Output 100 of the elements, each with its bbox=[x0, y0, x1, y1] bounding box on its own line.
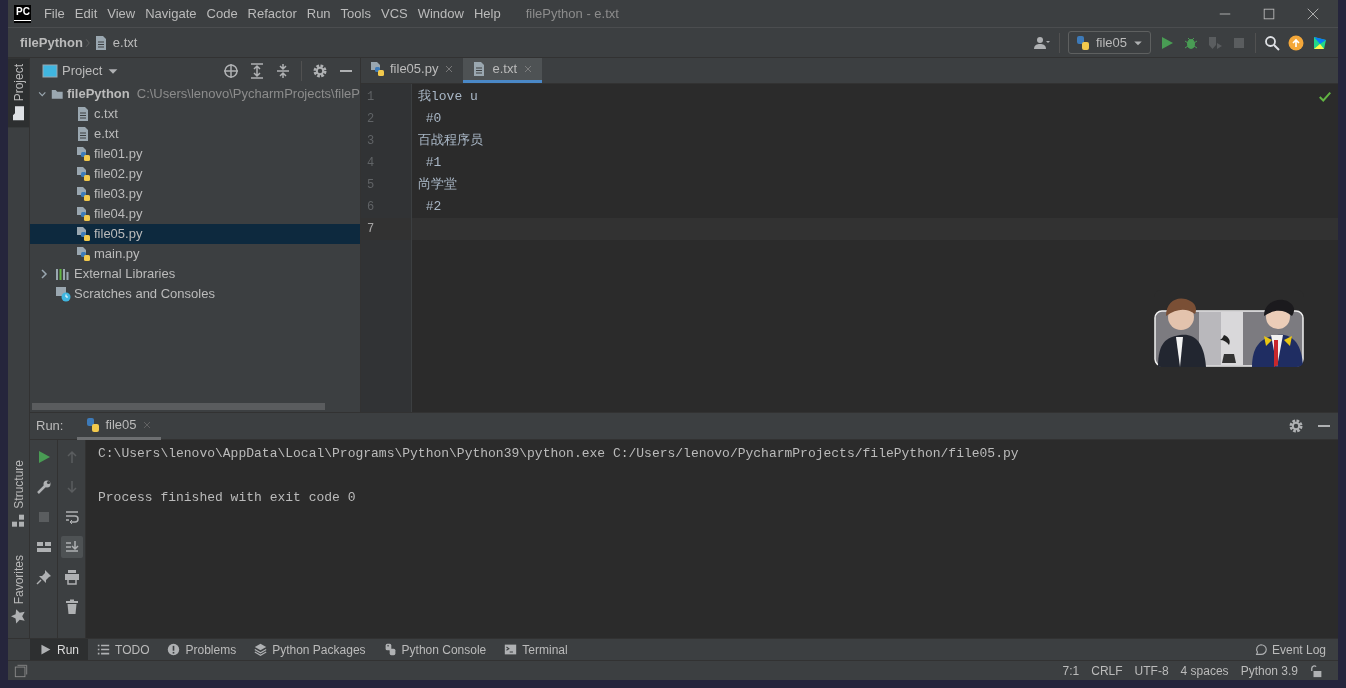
tool-window-tab[interactable]: Terminal bbox=[495, 638, 577, 661]
menu-item[interactable]: VCS bbox=[375, 3, 413, 24]
collapse-all-icon[interactable] bbox=[275, 63, 291, 79]
menu-item[interactable]: Window bbox=[412, 3, 469, 24]
status-item[interactable]: 4 spaces bbox=[1180, 661, 1229, 680]
printer-icon bbox=[63, 569, 80, 585]
panel-title: Run: bbox=[36, 417, 64, 436]
structure-icon bbox=[10, 512, 27, 529]
code-line: #0 bbox=[424, 111, 442, 126]
tool-window-tab[interactable]: Python Console bbox=[374, 638, 496, 661]
user-icon[interactable] bbox=[1032, 34, 1051, 51]
speech-bubble-icon bbox=[1253, 642, 1268, 657]
tree-item[interactable]: file05.py bbox=[30, 224, 360, 244]
code-line: 我love u bbox=[418, 89, 478, 104]
text-file-icon bbox=[75, 126, 91, 142]
check-icon bbox=[1318, 90, 1332, 104]
menu-item[interactable]: Refactor bbox=[242, 3, 302, 24]
settings-icon[interactable] bbox=[1288, 418, 1304, 434]
menu-item[interactable]: Navigate bbox=[140, 3, 202, 24]
run-icon[interactable] bbox=[1159, 34, 1175, 51]
crosshair-icon[interactable] bbox=[223, 63, 239, 79]
scrollbar[interactable] bbox=[32, 403, 325, 410]
tool-window-tab[interactable]: TODO bbox=[88, 638, 159, 661]
run-configuration-dropdown[interactable]: file05 bbox=[1067, 30, 1151, 55]
app-logo: PC bbox=[14, 4, 31, 23]
status-item[interactable]: Python 3.9 bbox=[1240, 661, 1298, 680]
star-icon bbox=[10, 608, 27, 624]
update-icon[interactable] bbox=[1288, 34, 1304, 51]
list-icon bbox=[97, 643, 110, 656]
python-icon bbox=[1074, 34, 1091, 51]
code-line: 百战程序员 bbox=[418, 133, 483, 148]
pin-icon bbox=[35, 569, 52, 585]
breadcrumb-item[interactable]: e.txt bbox=[112, 32, 138, 53]
window-icon bbox=[42, 63, 58, 79]
menu-item[interactable]: Help bbox=[468, 3, 506, 24]
status-item[interactable]: UTF-8 bbox=[1134, 661, 1169, 680]
side-tab[interactable]: Favorites bbox=[8, 548, 29, 630]
panel-title-dropdown[interactable]: Project bbox=[62, 61, 103, 81]
tree-item[interactable]: e.txt bbox=[30, 124, 360, 144]
menu-item[interactable]: File bbox=[38, 3, 70, 24]
menu-item[interactable]: Code bbox=[201, 3, 243, 24]
expand-all-icon[interactable] bbox=[249, 63, 265, 79]
python-icon bbox=[383, 643, 397, 656]
search-icon[interactable] bbox=[1264, 34, 1280, 51]
breadcrumb-item[interactable]: filePython bbox=[20, 32, 83, 53]
python-file-icon bbox=[75, 146, 91, 162]
tool-window-tab[interactable]: Problems bbox=[158, 638, 246, 661]
alert-icon bbox=[167, 643, 181, 656]
python-file-icon bbox=[75, 186, 91, 202]
tree-item[interactable]: file01.py bbox=[30, 144, 360, 164]
python-file-icon bbox=[75, 166, 91, 182]
soft-wrap-icon bbox=[63, 509, 80, 525]
tool-window-tab[interactable]: Run bbox=[30, 638, 88, 661]
scroll-to-end-button[interactable] bbox=[60, 536, 83, 558]
menu-item[interactable]: Tools bbox=[335, 3, 376, 24]
layout-icon bbox=[35, 539, 52, 555]
tool-window-tab[interactable]: Python Packages bbox=[245, 638, 375, 661]
code-line: 尚学堂 bbox=[418, 177, 457, 192]
python-file-icon bbox=[369, 61, 385, 77]
tree-item[interactable]: file02.py bbox=[30, 164, 360, 184]
scroll-to-end-icon bbox=[63, 539, 80, 555]
editor-tab[interactable]: e.txt bbox=[463, 58, 542, 83]
tree-item[interactable]: c.txt bbox=[30, 104, 360, 124]
menu-item[interactable]: View bbox=[102, 3, 141, 24]
python-icon bbox=[85, 416, 102, 433]
settings-icon[interactable] bbox=[312, 63, 328, 79]
python-file-icon bbox=[75, 246, 91, 262]
tree-item[interactable]: file03.py bbox=[30, 184, 360, 204]
event-log-button[interactable]: Event Log bbox=[1253, 640, 1338, 659]
layers-icon bbox=[254, 643, 268, 656]
status-item[interactable]: 7:1 bbox=[1062, 661, 1080, 680]
code-line: #2 bbox=[424, 199, 442, 214]
terminal-icon bbox=[504, 643, 518, 656]
tree-item[interactable]: main.py bbox=[30, 244, 360, 264]
trash-icon bbox=[63, 599, 80, 615]
side-tab[interactable]: Structure bbox=[8, 453, 29, 535]
side-tab[interactable]: Project bbox=[8, 58, 29, 128]
wrench-icon bbox=[35, 479, 52, 495]
maximize-icon[interactable] bbox=[1262, 6, 1276, 21]
editor-tab[interactable]: file05.py bbox=[361, 58, 464, 83]
menu-item[interactable]: Run bbox=[301, 3, 336, 24]
library-icon bbox=[55, 266, 71, 282]
python-file-icon bbox=[75, 206, 91, 222]
console-line: C:\Users\lenovo\AppData\Local\Programs\Python\Python39\python.exe C:/Users/lenovo/PycharmProjects/filePython/file05.py bbox=[98, 445, 1020, 463]
scratch-icon bbox=[55, 286, 71, 302]
console-line: Process finished with exit code 0 bbox=[98, 489, 357, 507]
code-line: #1 bbox=[424, 155, 442, 170]
text-file-icon bbox=[75, 106, 91, 122]
path-text: C:\Users\lenovo\PycharmProjects\fileP bbox=[136, 85, 360, 104]
run-icon bbox=[39, 643, 52, 656]
tree-item[interactable]: Scratches and Consoles bbox=[30, 284, 360, 304]
tree-item[interactable]: filePython C:\Users\lenovo\PycharmProjects\fileP bbox=[30, 84, 360, 104]
tree-item[interactable]: file04.py bbox=[30, 204, 360, 224]
tree-item[interactable]: External Libraries bbox=[30, 264, 360, 284]
lock-icon[interactable] bbox=[1310, 663, 1324, 678]
menu-item[interactable]: Edit bbox=[69, 3, 103, 24]
panel-toggle-icon[interactable] bbox=[14, 663, 28, 678]
python-file-icon bbox=[75, 226, 91, 242]
status-item[interactable]: CRLF bbox=[1091, 661, 1123, 680]
close-icon[interactable] bbox=[1306, 6, 1320, 21]
